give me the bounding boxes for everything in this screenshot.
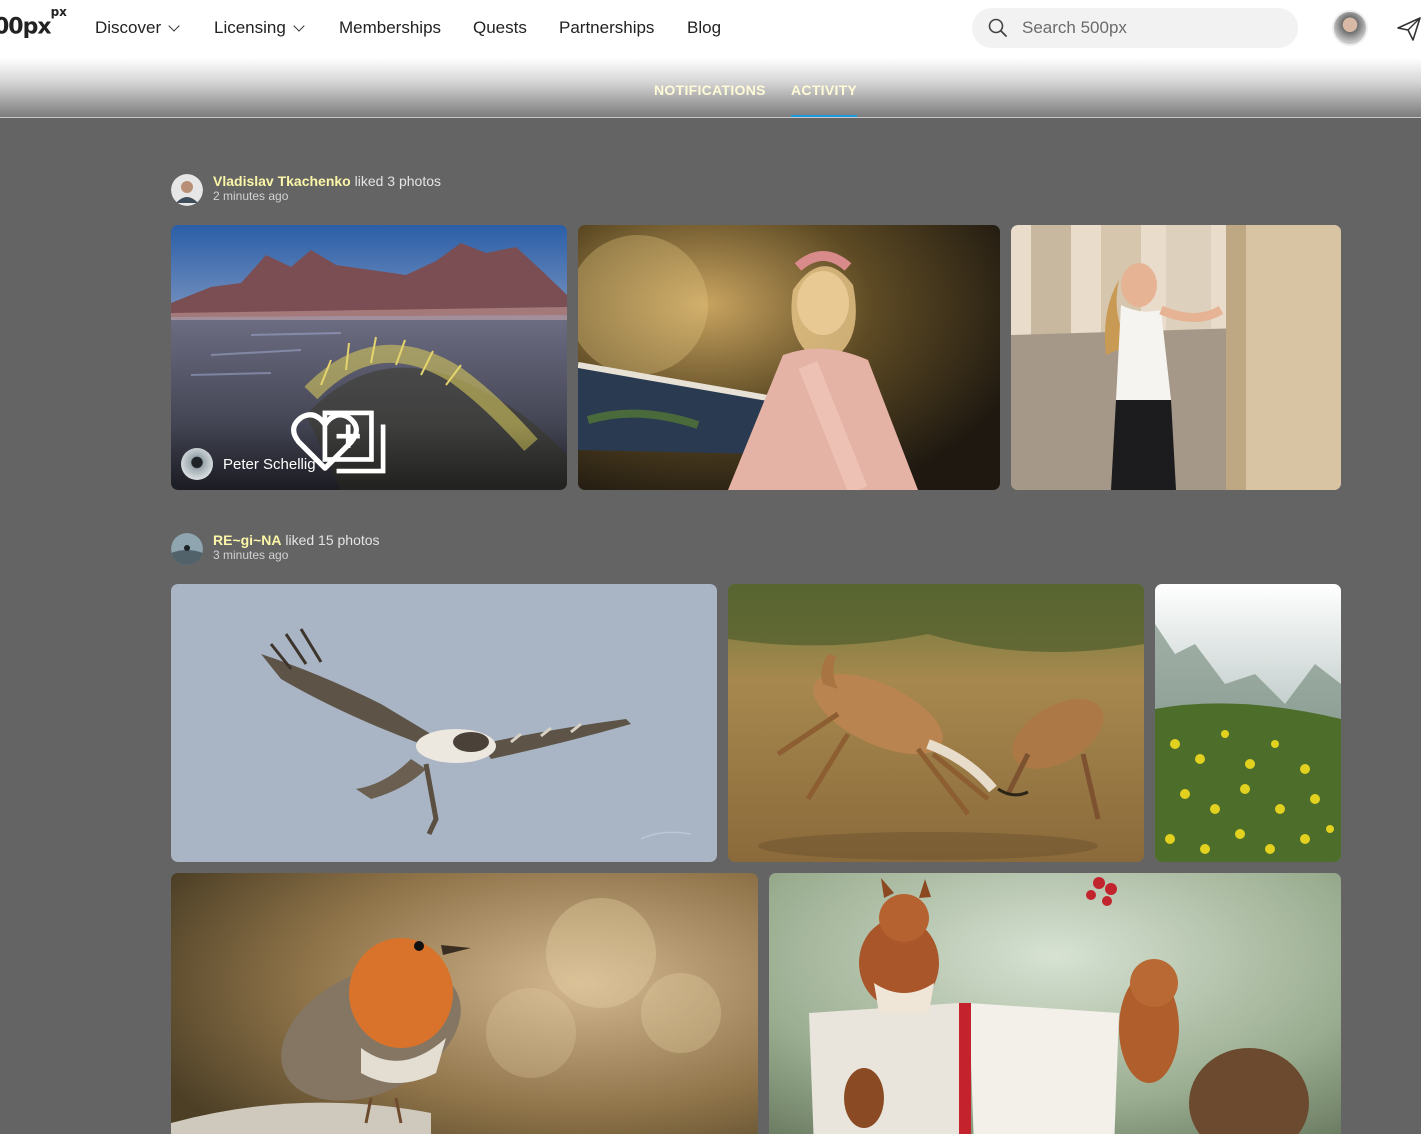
feed-line: Vladislav Tkachenko liked 3 photos bbox=[213, 173, 441, 189]
photo-woman-column bbox=[1011, 225, 1341, 490]
chevron-down-icon bbox=[293, 19, 305, 32]
nav-label: Quests bbox=[473, 18, 527, 37]
feed-username[interactable]: RE~gi~NA bbox=[213, 532, 281, 548]
nav-label: Licensing bbox=[214, 18, 286, 37]
user-avatar[interactable] bbox=[1332, 10, 1368, 46]
search-input[interactable] bbox=[1022, 18, 1262, 38]
photo-osprey bbox=[171, 584, 717, 862]
photo-overlay: Peter Schellig bbox=[171, 410, 567, 490]
search-icon bbox=[988, 18, 1007, 37]
feed-text: Vladislav Tkachenko liked 3 photos 2 min… bbox=[213, 173, 441, 203]
logo[interactable]: 00pxpx bbox=[0, 5, 67, 40]
photo-misty-forest bbox=[1155, 584, 1341, 862]
photo-card[interactable] bbox=[578, 225, 1000, 490]
photo-card[interactable] bbox=[171, 584, 717, 862]
nav-licensing[interactable]: Licensing bbox=[214, 18, 305, 38]
photo-squirrels bbox=[769, 873, 1341, 1134]
feed-timestamp: 3 minutes ago bbox=[213, 548, 289, 562]
photo-robin bbox=[171, 873, 758, 1134]
photo-gazelles bbox=[728, 584, 1144, 862]
top-nav: 00pxpx Discover Licensing Memberships Qu… bbox=[0, 0, 1421, 58]
photo-card[interactable]: Peter Schellig bbox=[171, 225, 567, 490]
activity-tabs: NOTIFICATIONS ACTIVITY bbox=[0, 58, 1421, 118]
logo-sup: px bbox=[50, 5, 67, 19]
photo-card[interactable] bbox=[171, 873, 758, 1134]
photo-card[interactable] bbox=[728, 584, 1144, 862]
nav-label: Partnerships bbox=[559, 18, 655, 37]
feed-action: liked 15 photos bbox=[281, 532, 380, 548]
chevron-down-icon bbox=[168, 19, 180, 32]
logo-text: 00px bbox=[0, 14, 52, 40]
feed-line: RE~gi~NA liked 15 photos bbox=[213, 532, 380, 548]
nav-blog[interactable]: Blog bbox=[687, 18, 721, 38]
avatar[interactable] bbox=[171, 533, 203, 565]
feed-timestamp: 2 minutes ago bbox=[213, 189, 289, 203]
feed-text: RE~gi~NA liked 15 photos 3 minutes ago bbox=[213, 532, 380, 562]
nav-label: Blog bbox=[687, 18, 722, 37]
nav-memberships[interactable]: Memberships bbox=[339, 18, 441, 38]
nav-quests[interactable]: Quests bbox=[473, 18, 527, 38]
nav-partnerships[interactable]: Partnerships bbox=[559, 18, 654, 38]
nav-discover[interactable]: Discover bbox=[95, 18, 180, 38]
feed-username[interactable]: Vladislav Tkachenko bbox=[213, 173, 351, 189]
paper-plane-icon[interactable] bbox=[1396, 16, 1421, 42]
nav-label: Discover bbox=[95, 18, 162, 37]
photo-card[interactable] bbox=[769, 873, 1341, 1134]
search-bar[interactable] bbox=[972, 8, 1298, 48]
photo-card[interactable] bbox=[1155, 584, 1341, 862]
photo-card[interactable] bbox=[1011, 225, 1341, 490]
feed-item-header: RE~gi~NA liked 15 photos 3 minutes ago bbox=[171, 532, 380, 565]
photo-woman-boat bbox=[578, 225, 1000, 490]
feed-item-header: Vladislav Tkachenko liked 3 photos 2 min… bbox=[171, 173, 441, 206]
tab-notifications[interactable]: NOTIFICATIONS bbox=[654, 82, 766, 98]
tab-activity[interactable]: ACTIVITY bbox=[791, 82, 858, 117]
feed-action: liked 3 photos bbox=[350, 173, 442, 189]
add-to-gallery-icon[interactable] bbox=[171, 410, 552, 474]
nav-label: Memberships bbox=[339, 18, 442, 37]
avatar[interactable] bbox=[171, 174, 203, 206]
